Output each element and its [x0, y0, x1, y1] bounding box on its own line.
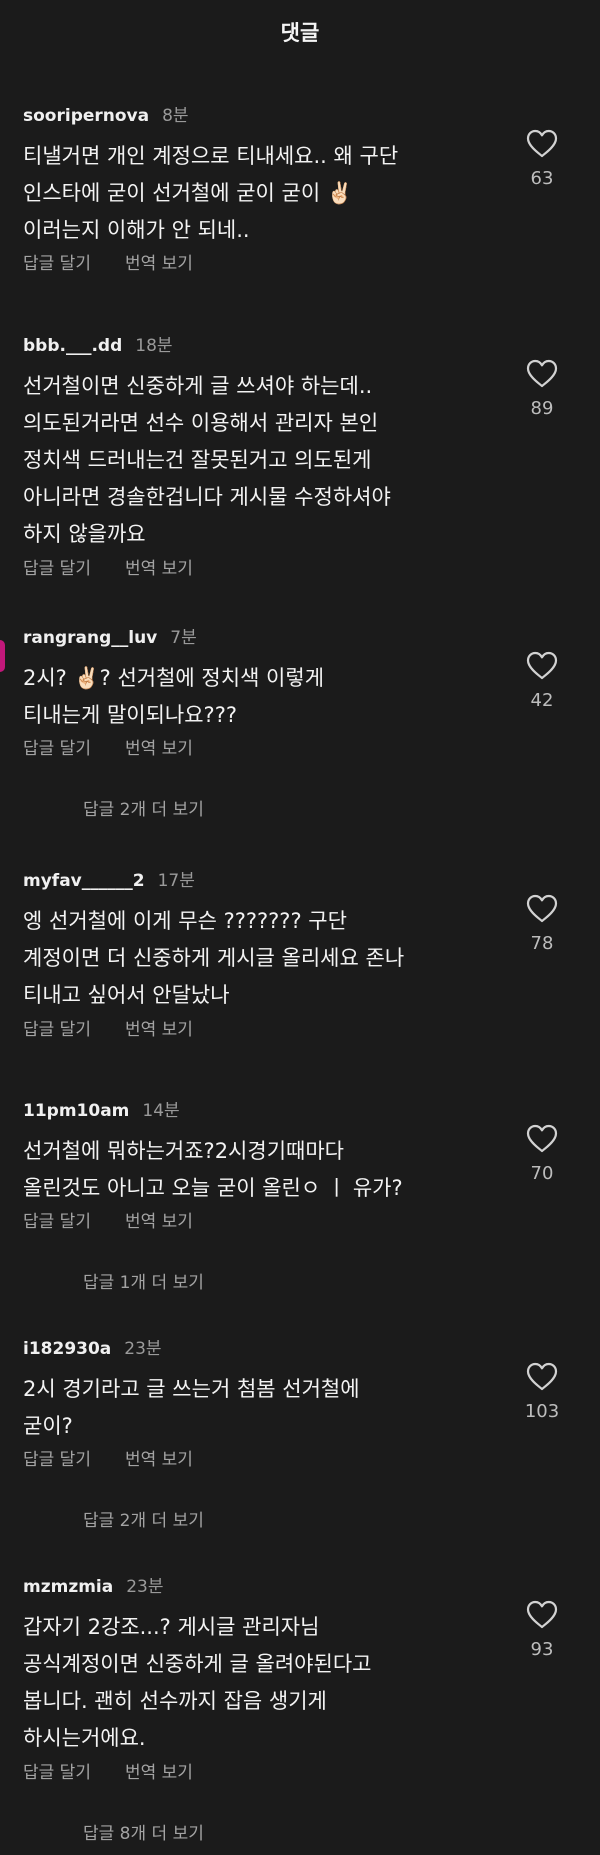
see-translation-button[interactable]: 번역 보기: [125, 554, 193, 579]
comment-username[interactable]: 11pm10am: [23, 1101, 129, 1121]
see-translation-button[interactable]: 번역 보기: [125, 1207, 193, 1232]
comment-actions: 답글 달기 번역 보기: [23, 554, 193, 579]
like-count: 63: [530, 168, 554, 189]
comment-time: 17분: [157, 871, 195, 891]
comment-actions: 답글 달기 번역 보기: [23, 1015, 193, 1040]
view-more-replies-button[interactable]: 답글 8개 더 보기: [83, 1819, 204, 1844]
comment-text: 2시 경기라고 글 쓰는거 첨봄 선거철에 굳이?: [23, 1377, 360, 1438]
comment-header: rangrang__luv 7분: [23, 623, 197, 648]
header: 댓글: [0, 0, 600, 66]
comment-actions: 답글 달기 번역 보기: [23, 734, 193, 759]
reply-button[interactable]: 답글 달기: [23, 1758, 91, 1783]
comment-time: 8분: [162, 106, 189, 126]
comment-text: 2시? ✌🏻? 선거철에 정치색 이렇게 티내는게 말이되나요???: [23, 666, 325, 727]
comment-header: i182930a 23분: [23, 1334, 162, 1359]
comment-text: 티낼거면 개인 계정으로 티내세요.. 왜 구단 인스타에 굳이 선거철에 굳이…: [23, 144, 399, 242]
comment-header: sooripernova 8분: [23, 101, 189, 126]
view-more-replies-button[interactable]: 답글 2개 더 보기: [83, 1506, 204, 1531]
comment-actions: 답글 달기 번역 보기: [23, 1445, 193, 1470]
like-count: 70: [530, 1163, 554, 1184]
see-translation-button[interactable]: 번역 보기: [125, 1445, 193, 1470]
see-translation-button[interactable]: 번역 보기: [125, 1758, 193, 1783]
reply-button[interactable]: 답글 달기: [23, 1207, 91, 1232]
comment-username[interactable]: rangrang__luv: [23, 628, 157, 648]
comment-actions: 답글 달기 번역 보기: [23, 249, 193, 274]
like-area: 78: [512, 894, 572, 954]
reply-button[interactable]: 답글 달기: [23, 734, 91, 759]
comment-time: 14분: [142, 1101, 180, 1121]
comment-header: mzmzmia 23분: [23, 1572, 164, 1597]
comment-text: 선거철이면 신중하게 글 쓰셔야 하는데.. 의도된거라면 선수 이용해서 관리…: [23, 374, 391, 546]
comment-header: myfav______2 17분: [23, 866, 195, 891]
heart-icon[interactable]: [526, 129, 558, 158]
reply-button[interactable]: 답글 달기: [23, 249, 91, 274]
reply-button[interactable]: 답글 달기: [23, 1015, 91, 1040]
comment-header: bbb.___.dd 18분: [23, 331, 173, 356]
heart-icon[interactable]: [526, 359, 558, 388]
view-more-replies-button[interactable]: 답글 2개 더 보기: [83, 795, 204, 820]
comment-actions: 답글 달기 번역 보기: [23, 1207, 193, 1232]
comment-username[interactable]: sooripernova: [23, 106, 149, 126]
like-area: 42: [512, 651, 572, 711]
edge-indicator: [0, 640, 5, 672]
heart-icon[interactable]: [526, 1362, 558, 1391]
comment-username[interactable]: myfav______2: [23, 871, 145, 891]
heart-icon[interactable]: [526, 1124, 558, 1153]
like-area: 63: [512, 129, 572, 189]
like-area: 93: [512, 1600, 572, 1660]
like-area: 70: [512, 1124, 572, 1184]
like-count: 93: [530, 1639, 554, 1660]
comment-time: 23분: [126, 1577, 164, 1597]
comment-text: 갑자기 2강조...? 게시글 관리자님 공식계정이면 신중하게 글 올려야된다…: [23, 1615, 372, 1750]
heart-icon[interactable]: [526, 1600, 558, 1629]
comment-username[interactable]: bbb.___.dd: [23, 336, 122, 356]
like-count: 42: [530, 690, 554, 711]
like-count: 89: [530, 398, 554, 419]
comment-text: 선거철에 뭐하는거죠?2시경기때마다 올린것도 아니고 오늘 굳이 올린ㅇ ㅣ …: [23, 1139, 403, 1200]
see-translation-button[interactable]: 번역 보기: [125, 249, 193, 274]
see-translation-button[interactable]: 번역 보기: [125, 1015, 193, 1040]
comment-header: 11pm10am 14분: [23, 1096, 180, 1121]
like-count: 78: [530, 933, 554, 954]
comment-time: 7분: [170, 628, 197, 648]
see-translation-button[interactable]: 번역 보기: [125, 734, 193, 759]
reply-button[interactable]: 답글 달기: [23, 554, 91, 579]
like-area: 89: [512, 359, 572, 419]
like-count: 103: [524, 1401, 560, 1422]
like-area: 103: [512, 1362, 572, 1422]
reply-button[interactable]: 답글 달기: [23, 1445, 91, 1470]
comment-time: 23분: [124, 1339, 162, 1359]
comment-actions: 답글 달기 번역 보기: [23, 1758, 193, 1783]
view-more-replies-button[interactable]: 답글 1개 더 보기: [83, 1268, 204, 1293]
heart-icon[interactable]: [526, 894, 558, 923]
comment-text: 엥 선거철에 이게 무슨 ??????? 구단 계정이면 더 신중하게 게시글 …: [23, 909, 405, 1007]
comment-username[interactable]: mzmzmia: [23, 1577, 113, 1597]
comment-username[interactable]: i182930a: [23, 1339, 111, 1359]
page-title: 댓글: [280, 21, 320, 45]
heart-icon[interactable]: [526, 651, 558, 680]
comment-time: 18분: [135, 336, 173, 356]
